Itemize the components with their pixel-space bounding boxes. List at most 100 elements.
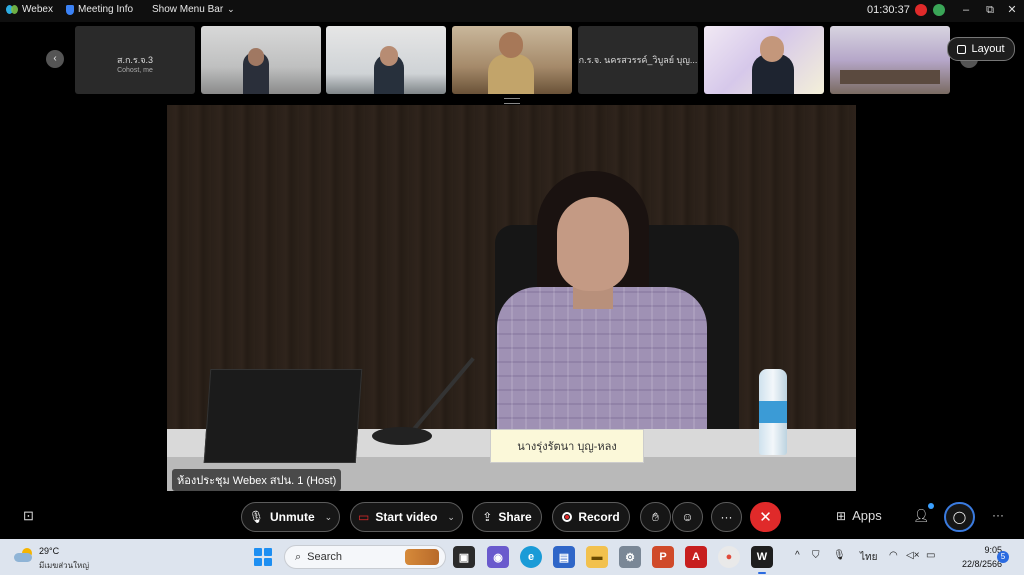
network-health-icon[interactable]	[933, 4, 945, 16]
notification-count[interactable]: 5	[997, 551, 1009, 563]
app-name: Webex	[22, 4, 53, 15]
input-language[interactable]: ไทย	[860, 550, 877, 565]
share-button[interactable]: ⇪ Share	[472, 502, 542, 532]
layout-grid-icon	[957, 44, 967, 54]
title-bar: Webex Meeting Info Show Menu Bar ⌄ 01:30…	[0, 0, 1024, 22]
minimize-button[interactable]: –	[956, 2, 976, 18]
wifi-icon[interactable]: ◠	[889, 550, 898, 561]
search-icon: ⌕	[295, 550, 302, 563]
participant-video-face	[248, 48, 264, 66]
apps-button[interactable]: ⊞ Apps	[836, 508, 882, 523]
webex-app-menu[interactable]: Webex	[6, 4, 53, 15]
share-icon: ⇪	[482, 510, 493, 524]
close-icon: ✕	[759, 509, 772, 526]
security-tray-icon[interactable]: ⛉	[812, 550, 820, 561]
restore-button[interactable]: ⧉	[980, 2, 1000, 18]
participant-name: ส.ก.ร.จ.3	[116, 55, 154, 65]
participant-filmstrip: ‹ ส.ก.ร.จ.3 Cohost, me ก.ร.จ. นครสวรรค์_…	[0, 26, 1024, 96]
video-laptop	[203, 369, 363, 463]
show-menu-bar-label: Show Menu Bar	[152, 4, 224, 15]
battery-icon[interactable]: ▭	[926, 550, 935, 561]
record-icon	[562, 512, 573, 522]
participant-tile[interactable]	[830, 26, 950, 94]
participant-role: Cohost, me	[117, 67, 153, 74]
webex-taskbar-icon[interactable]: W	[751, 546, 773, 568]
powerpoint-icon[interactable]: P	[652, 546, 674, 568]
meeting-info-label: Meeting Info	[78, 4, 134, 15]
active-speaker-video[interactable]: นางรุ่งรัตนา บุญ-หลง ห้องประชุม Webex สป…	[167, 105, 856, 491]
chrome-browser-icon[interactable]: ●	[718, 546, 740, 568]
speaker-muted-icon[interactable]: ◁×	[906, 550, 920, 561]
cloudy-weather-icon	[14, 548, 34, 562]
participant-video-room-table	[840, 70, 940, 84]
weather-description: มีเมฆส่วนใหญ่	[39, 561, 90, 570]
filmstrip-resize-handle[interactable]	[504, 98, 520, 104]
layout-button[interactable]: Layout	[947, 37, 1015, 61]
participants-notification-dot	[928, 503, 934, 509]
meeting-timer: 01:30:37	[867, 4, 910, 16]
start-video-label: Start video	[375, 510, 438, 524]
video-microphone-base	[372, 427, 432, 445]
apps-icon: ⊞	[836, 508, 847, 523]
participant-tile[interactable]: ก.ร.จ. นครสวรรค์_วิบูลย์ บุญ...	[578, 26, 698, 94]
layout-label: Layout	[971, 43, 1005, 55]
raise-hand-button[interactable]: ✋︎	[640, 502, 671, 532]
participant-tile[interactable]	[452, 26, 572, 94]
record-button[interactable]: Record	[552, 502, 630, 532]
participant-video-face	[499, 32, 523, 58]
active-speaker-label: ห้องประชุม Webex สปน. 1 (Host)	[172, 469, 342, 491]
acrobat-icon[interactable]: A	[685, 546, 707, 568]
settings-app-icon[interactable]: ⚙	[619, 546, 641, 568]
active-app-indicator	[758, 572, 766, 574]
windows-start-button[interactable]	[254, 548, 272, 566]
chevron-down-icon: ⌄	[227, 4, 235, 14]
close-button[interactable]: ✕	[1002, 2, 1022, 18]
end-call-button[interactable]: ✕	[750, 502, 781, 532]
video-bottle-label	[759, 401, 787, 423]
participants-button[interactable]: 👤︎	[913, 508, 930, 524]
unmute-label: Unmute	[270, 510, 315, 524]
participants-icon: 👤︎	[913, 508, 930, 523]
speaker-nameplate: นางรุ่งรัตนา บุญ-หลง	[490, 429, 644, 463]
microphone-tray-icon[interactable]: 🎙︎	[833, 550, 846, 561]
chevron-down-icon[interactable]: ⌄	[447, 512, 455, 523]
overflow-menu-button[interactable]: ···	[992, 508, 1004, 522]
chat-bubble-icon: ◯	[952, 510, 967, 524]
webex-logo-icon	[6, 5, 18, 14]
tray-overflow-icon[interactable]: ^	[795, 550, 800, 561]
taskbar-search-box[interactable]: ⌕ Search	[284, 545, 446, 569]
unmute-button[interactable]: 🎙︎ Unmute ⌄	[241, 502, 340, 532]
file-explorer-icon[interactable]: ▬	[586, 546, 608, 568]
windows-taskbar: 29°C มีเมฆส่วนใหญ่ ⌕ Search ▣ ◉ e ▤ ▬ ⚙ …	[0, 539, 1024, 575]
video-speaker-body	[497, 287, 707, 447]
shield-icon	[66, 4, 74, 15]
meeting-info-button[interactable]: Meeting Info	[66, 4, 133, 15]
more-options-button[interactable]: ···	[711, 502, 742, 532]
video-off-icon: ▭	[358, 510, 370, 524]
clock-date[interactable]: 22/8/2566	[944, 559, 1002, 569]
captions-icon[interactable]: ⊡	[23, 508, 34, 524]
start-video-button[interactable]: ▭ Start video ⌄	[350, 502, 463, 532]
recording-indicator-icon[interactable]	[915, 4, 927, 16]
filmstrip-prev-button[interactable]: ‹	[46, 50, 64, 68]
participant-video-face	[760, 36, 784, 62]
participant-tile[interactable]: ส.ก.ร.จ.3 Cohost, me	[75, 26, 195, 94]
chat-button[interactable]: ◯	[944, 502, 975, 532]
participant-tile[interactable]	[704, 26, 824, 94]
hand-icon: ✋︎	[652, 509, 659, 524]
show-menu-bar-button[interactable]: Show Menu Bar ⌄	[152, 4, 235, 15]
participant-tile[interactable]	[201, 26, 321, 94]
more-icon: ···	[720, 510, 733, 524]
task-view-icon[interactable]: ▣	[453, 546, 475, 568]
record-label: Record	[578, 510, 620, 524]
weather-temperature: 29°C	[39, 546, 60, 556]
participant-tile[interactable]	[326, 26, 446, 94]
reactions-button[interactable]: ☺	[672, 502, 703, 532]
participant-video-face	[380, 46, 398, 66]
chat-app-icon[interactable]: ◉	[487, 546, 509, 568]
edge-browser-icon[interactable]: e	[520, 546, 542, 568]
participant-name: ก.ร.จ. นครสวรรค์_วิบูลย์ บุญ...	[578, 55, 698, 65]
share-label: Share	[498, 510, 532, 524]
store-app-icon[interactable]: ▤	[553, 546, 575, 568]
chevron-down-icon[interactable]: ⌄	[325, 512, 333, 523]
